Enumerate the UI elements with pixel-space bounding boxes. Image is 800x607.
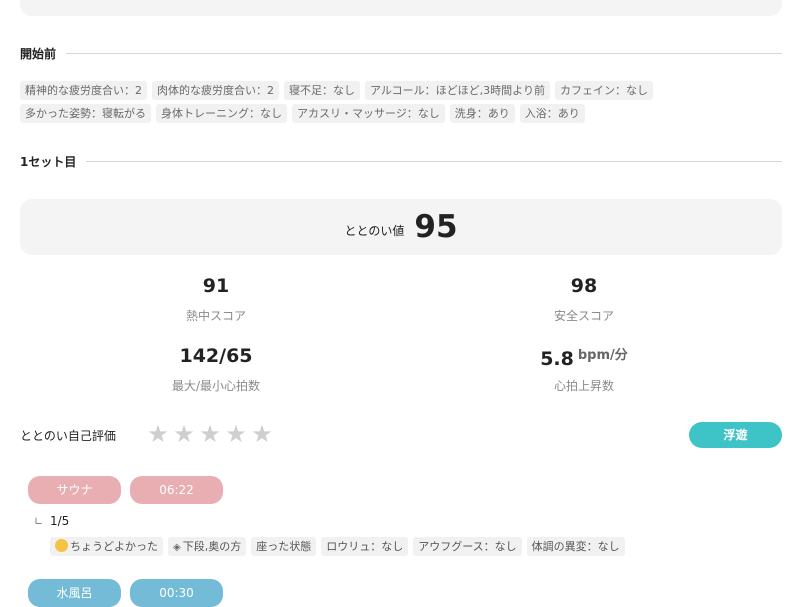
heart-rate-rise-value: 5.8: [540, 348, 574, 370]
before-tag: 洗身：あり: [449, 104, 515, 123]
self-rating-row: ととのい自己評価 ★ ★ ★ ★ ★ 浮遊: [20, 421, 782, 449]
heart-rate-range-label: 最大/最小心拍数: [171, 379, 261, 393]
star-icon[interactable]: ★: [172, 421, 196, 447]
before-tag: カフェイン：なし: [554, 81, 653, 100]
before-tag: 精神的な疲労度合い：2: [20, 81, 147, 100]
self-rating-label: ととのい自己評価: [20, 429, 116, 443]
safe-score-value: 98: [570, 275, 598, 297]
sauna-tag-text: 下段,奥の方: [182, 540, 242, 553]
star-icon[interactable]: ★: [146, 421, 170, 447]
before-section-title: 開始前: [20, 46, 57, 61]
previous-card: [20, 0, 782, 16]
star-icon[interactable]: ★: [250, 421, 274, 447]
before-tags: 精神的な疲労度合い：2 肉体的な疲労度合い：2 寝不足：なし アルコール：ほどほ…: [20, 81, 782, 123]
heat-score-metric: 91 熱中スコア: [116, 273, 316, 324]
heart-rate-range-metric: 142/65 最大/最小心拍数: [116, 343, 316, 394]
heat-score-value: 91: [202, 275, 230, 297]
set1-section-header: 1セット目: [20, 153, 782, 169]
heat-score-label: 熱中スコア: [185, 309, 246, 323]
safe-score-label: 安全スコア: [553, 309, 614, 323]
heart-rate-rise-metric: 5.8 bpm/分 心拍上昇数: [484, 343, 684, 394]
sauna-time-pill: 06:22: [130, 476, 223, 504]
totonoi-value: 95: [414, 209, 458, 245]
sauna-tag-text: ちょうどよかった: [70, 540, 158, 553]
safe-score-metric: 98 安全スコア: [484, 273, 684, 324]
section-divider: [66, 52, 782, 54]
water-bath-label-pill: 水風呂: [28, 579, 121, 607]
float-state-badge: 浮遊: [689, 422, 782, 448]
before-tag: 身体トレーニング：なし: [156, 104, 287, 123]
sauna-tag: 座った状態: [251, 537, 317, 556]
star-icon[interactable]: ★: [198, 421, 222, 447]
sauna-label-pill: サウナ: [28, 476, 121, 504]
star-icon[interactable]: ★: [224, 421, 248, 447]
layers-icon: ◈: [173, 542, 181, 553]
before-section-header: 開始前: [20, 45, 782, 61]
totonoi-value-card: ととのい値 95: [20, 199, 782, 255]
sauna-tag: アウフグース：なし: [413, 537, 522, 556]
sauna-tag: 体調の異変：なし: [526, 537, 625, 556]
sub-item-corner-icon: ∟: [34, 515, 44, 528]
smile-face-icon: [55, 539, 68, 552]
heart-rate-rise-unit: bpm/分: [577, 348, 628, 363]
before-tag: 入浴：あり: [519, 104, 585, 123]
sauna-set-count: 1/5: [50, 514, 70, 528]
section-divider: [86, 160, 782, 162]
water-bath-time-pill: 00:30: [130, 579, 223, 607]
sauna-tag: ちょうどよかった: [50, 537, 163, 556]
before-tag: アルコール：ほどほど,3時間より前: [365, 81, 550, 100]
heart-rate-range-value: 142/65: [179, 345, 253, 367]
set1-section-title: 1セット目: [20, 154, 77, 169]
sauna-tag: ◈ 下段,奥の方: [168, 537, 247, 556]
before-tag: アカスリ・マッサージ：なし: [292, 104, 445, 123]
totonoi-value-label: ととのい値: [344, 223, 405, 238]
before-tag: 肉体的な疲労度合い：2: [152, 81, 279, 100]
sauna-tag: ロウリュ：なし: [321, 537, 409, 556]
star-rating: ★ ★ ★ ★ ★: [146, 421, 274, 447]
heart-rate-rise-label: 心拍上昇数: [553, 379, 614, 393]
before-tag: 寝不足：なし: [284, 81, 360, 100]
sauna-tags: ちょうどよかった ◈ 下段,奥の方 座った状態 ロウリュ：なし アウフグース：なし…: [50, 537, 770, 556]
heart-rate-rise-row: 5.8 bpm/分: [484, 343, 684, 370]
before-tag: 多かった姿勢：寝転がる: [20, 104, 151, 123]
